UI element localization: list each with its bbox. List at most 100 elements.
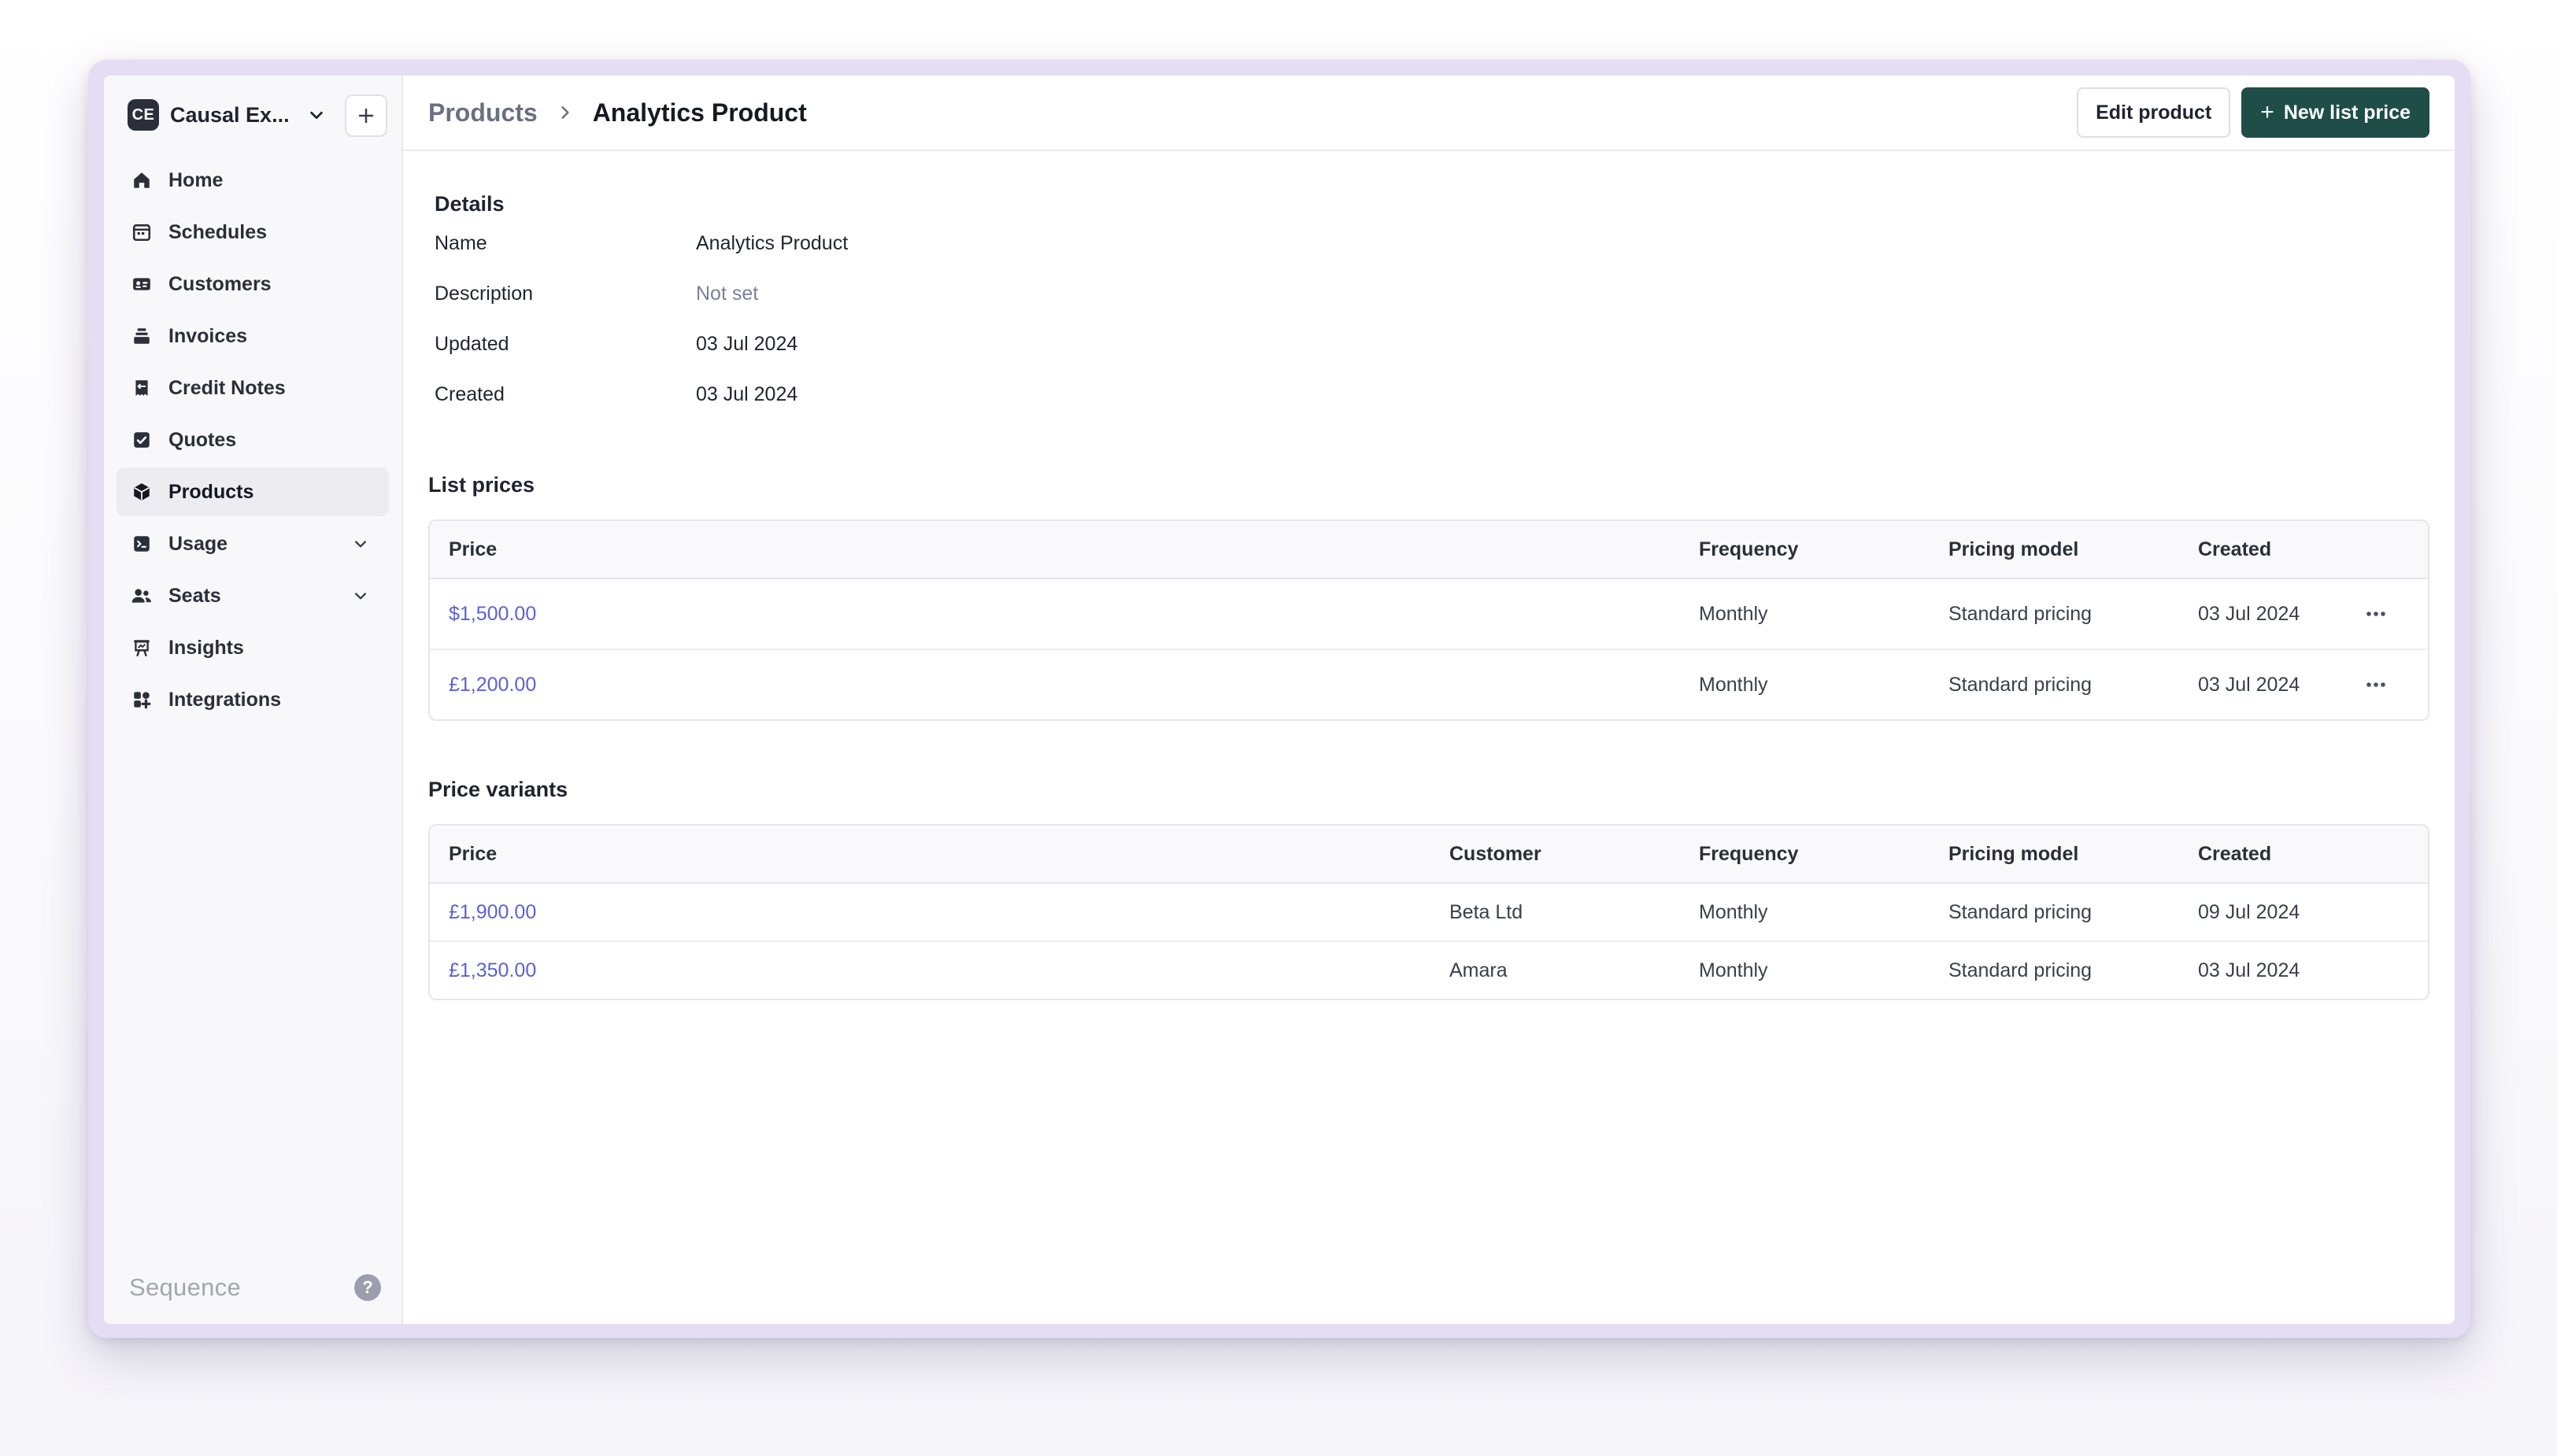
chevron-down-icon[interactable]	[350, 533, 372, 555]
column-header-pricing-model[interactable]: Pricing model	[1930, 843, 2179, 866]
brand-logo: Sequence	[129, 1273, 242, 1301]
created-cell: 03 Jul 2024	[2198, 959, 2300, 981]
list-prices-title: List prices	[428, 473, 535, 497]
price-link[interactable]: $1,500.00	[430, 603, 1680, 626]
chevron-right-icon	[557, 104, 574, 121]
main-content: Products Analytics Product Edit product …	[403, 76, 2455, 1324]
chart-board-icon	[131, 637, 153, 659]
terminal-icon	[131, 533, 153, 555]
column-header-price[interactable]: Price	[430, 843, 1430, 866]
breadcrumb: Products Analytics Product	[428, 98, 807, 127]
chevron-down-icon	[305, 104, 327, 126]
sidebar-item-customers[interactable]: Customers	[117, 260, 389, 309]
sidebar-item-products[interactable]: Products	[117, 467, 389, 516]
column-header-pricing-model[interactable]: Pricing model	[1930, 538, 2179, 561]
column-header-created[interactable]: Created	[2179, 538, 2360, 561]
details-title: Details	[435, 192, 505, 216]
sidebar-item-label: Home	[168, 168, 224, 191]
sidebar-item-label: Customers	[168, 272, 272, 295]
sidebar-footer: Sequence ?	[129, 1273, 381, 1302]
frequency-cell: Monthly	[1699, 900, 1768, 923]
calendar-icon	[131, 221, 153, 243]
pricing-model-cell: Standard pricing	[1948, 959, 2093, 981]
page-content: Details Name Analytics Product Descripti…	[403, 151, 2455, 1000]
sidebar-nav: Home Schedules Customers Invoices Credit…	[117, 156, 389, 724]
sidebar-item-invoices[interactable]: Invoices	[117, 312, 389, 360]
sidebar-item-label: Usage	[168, 532, 228, 555]
list-prices-table: Price Frequency Pricing model Created $1…	[428, 519, 2429, 721]
sidebar-item-home[interactable]: Home	[117, 156, 389, 205]
detail-value: 03 Jul 2024	[696, 332, 798, 355]
app-window: CE Causal Ex... Home Schedules Customers…	[104, 76, 2455, 1324]
created-cell: 03 Jul 2024	[2198, 602, 2300, 625]
price-variants-section: Price variants Price Customer Frequency …	[428, 778, 2429, 1000]
frequency-cell: Monthly	[1699, 602, 1768, 625]
sidebar-item-usage[interactable]: Usage	[117, 519, 389, 568]
column-header-customer[interactable]: Customer	[1430, 843, 1680, 866]
id-card-icon	[131, 273, 153, 295]
customer-cell: Beta Ltd	[1449, 900, 1523, 923]
sidebar-item-label: Seats	[168, 584, 221, 607]
column-header-price[interactable]: Price	[430, 538, 1680, 561]
table-row[interactable]: £1,200.00 Monthly Standard pricing 03 Ju…	[430, 650, 2428, 719]
price-variants-table: Price Customer Frequency Pricing model C…	[428, 824, 2429, 1000]
detail-label: Updated	[435, 332, 509, 355]
price-link[interactable]: £1,350.00	[430, 959, 1430, 982]
column-header-created[interactable]: Created	[2179, 843, 2360, 866]
price-link[interactable]: £1,200.00	[430, 674, 1680, 697]
detail-label: Description	[435, 282, 534, 305]
workspace-name: Causal Ex...	[170, 102, 290, 127]
more-options-icon[interactable]	[2360, 598, 2392, 630]
detail-value: Not set	[696, 282, 759, 305]
detail-label: Created	[435, 382, 505, 405]
pricing-model-cell: Standard pricing	[1948, 673, 2093, 696]
detail-label: Name	[435, 231, 487, 254]
frequency-cell: Monthly	[1699, 959, 1768, 981]
edit-product-button[interactable]: Edit product	[2077, 87, 2231, 138]
header-actions: Edit product + New list price	[2077, 87, 2429, 138]
customer-cell: Amara	[1449, 959, 1508, 981]
sidebar-item-label: Integrations	[168, 688, 282, 711]
sidebar-item-credit-notes[interactable]: Credit Notes	[117, 364, 389, 412]
frequency-cell: Monthly	[1699, 673, 1768, 696]
add-button[interactable]	[345, 94, 387, 137]
sidebar-item-label: Quotes	[168, 428, 237, 451]
new-list-price-button[interactable]: + New list price	[2241, 87, 2429, 138]
workspace-avatar: CE	[128, 99, 159, 131]
pricing-model-cell: Standard pricing	[1948, 602, 2093, 625]
sidebar-item-label: Insights	[168, 636, 244, 659]
home-icon	[131, 169, 153, 191]
help-icon[interactable]: ?	[354, 1274, 381, 1301]
check-document-icon	[131, 429, 153, 451]
price-variants-title: Price variants	[428, 778, 568, 801]
created-cell: 03 Jul 2024	[2198, 673, 2300, 696]
breadcrumb-products-link[interactable]: Products	[428, 98, 538, 127]
table-row[interactable]: £1,350.00 Amara Monthly Standard pricing…	[430, 942, 2428, 999]
grid-icon	[131, 689, 153, 711]
sidebar-item-quotes[interactable]: Quotes	[117, 416, 389, 464]
sidebar-item-seats[interactable]: Seats	[117, 571, 389, 620]
column-header-frequency[interactable]: Frequency	[1680, 843, 1930, 866]
detail-value: 03 Jul 2024	[696, 382, 798, 405]
detail-row-name: Name Analytics Product	[435, 218, 2429, 268]
price-link[interactable]: £1,900.00	[430, 901, 1430, 924]
plus-icon: +	[2260, 99, 2274, 125]
table-header: Price Frequency Pricing model Created	[430, 521, 2428, 579]
list-prices-section: List prices Price Frequency Pricing mode…	[428, 473, 2429, 721]
sidebar-item-integrations[interactable]: Integrations	[117, 675, 389, 724]
more-options-icon[interactable]	[2360, 669, 2392, 700]
details-section: Details Name Analytics Product Descripti…	[428, 192, 2429, 419]
page-title: Analytics Product	[592, 98, 807, 127]
sidebar-item-label: Credit Notes	[168, 376, 286, 399]
table-header: Price Customer Frequency Pricing model C…	[430, 826, 2428, 884]
table-row[interactable]: $1,500.00 Monthly Standard pricing 03 Ju…	[430, 579, 2428, 650]
sidebar-item-schedules[interactable]: Schedules	[117, 208, 389, 257]
detail-value: Analytics Product	[696, 231, 849, 254]
plus-icon	[358, 108, 374, 124]
chevron-down-icon[interactable]	[350, 585, 372, 607]
cube-icon	[131, 481, 153, 503]
created-cell: 09 Jul 2024	[2198, 900, 2300, 923]
table-row[interactable]: £1,900.00 Beta Ltd Monthly Standard pric…	[430, 884, 2428, 942]
sidebar-item-insights[interactable]: Insights	[117, 623, 389, 672]
column-header-frequency[interactable]: Frequency	[1680, 538, 1930, 561]
